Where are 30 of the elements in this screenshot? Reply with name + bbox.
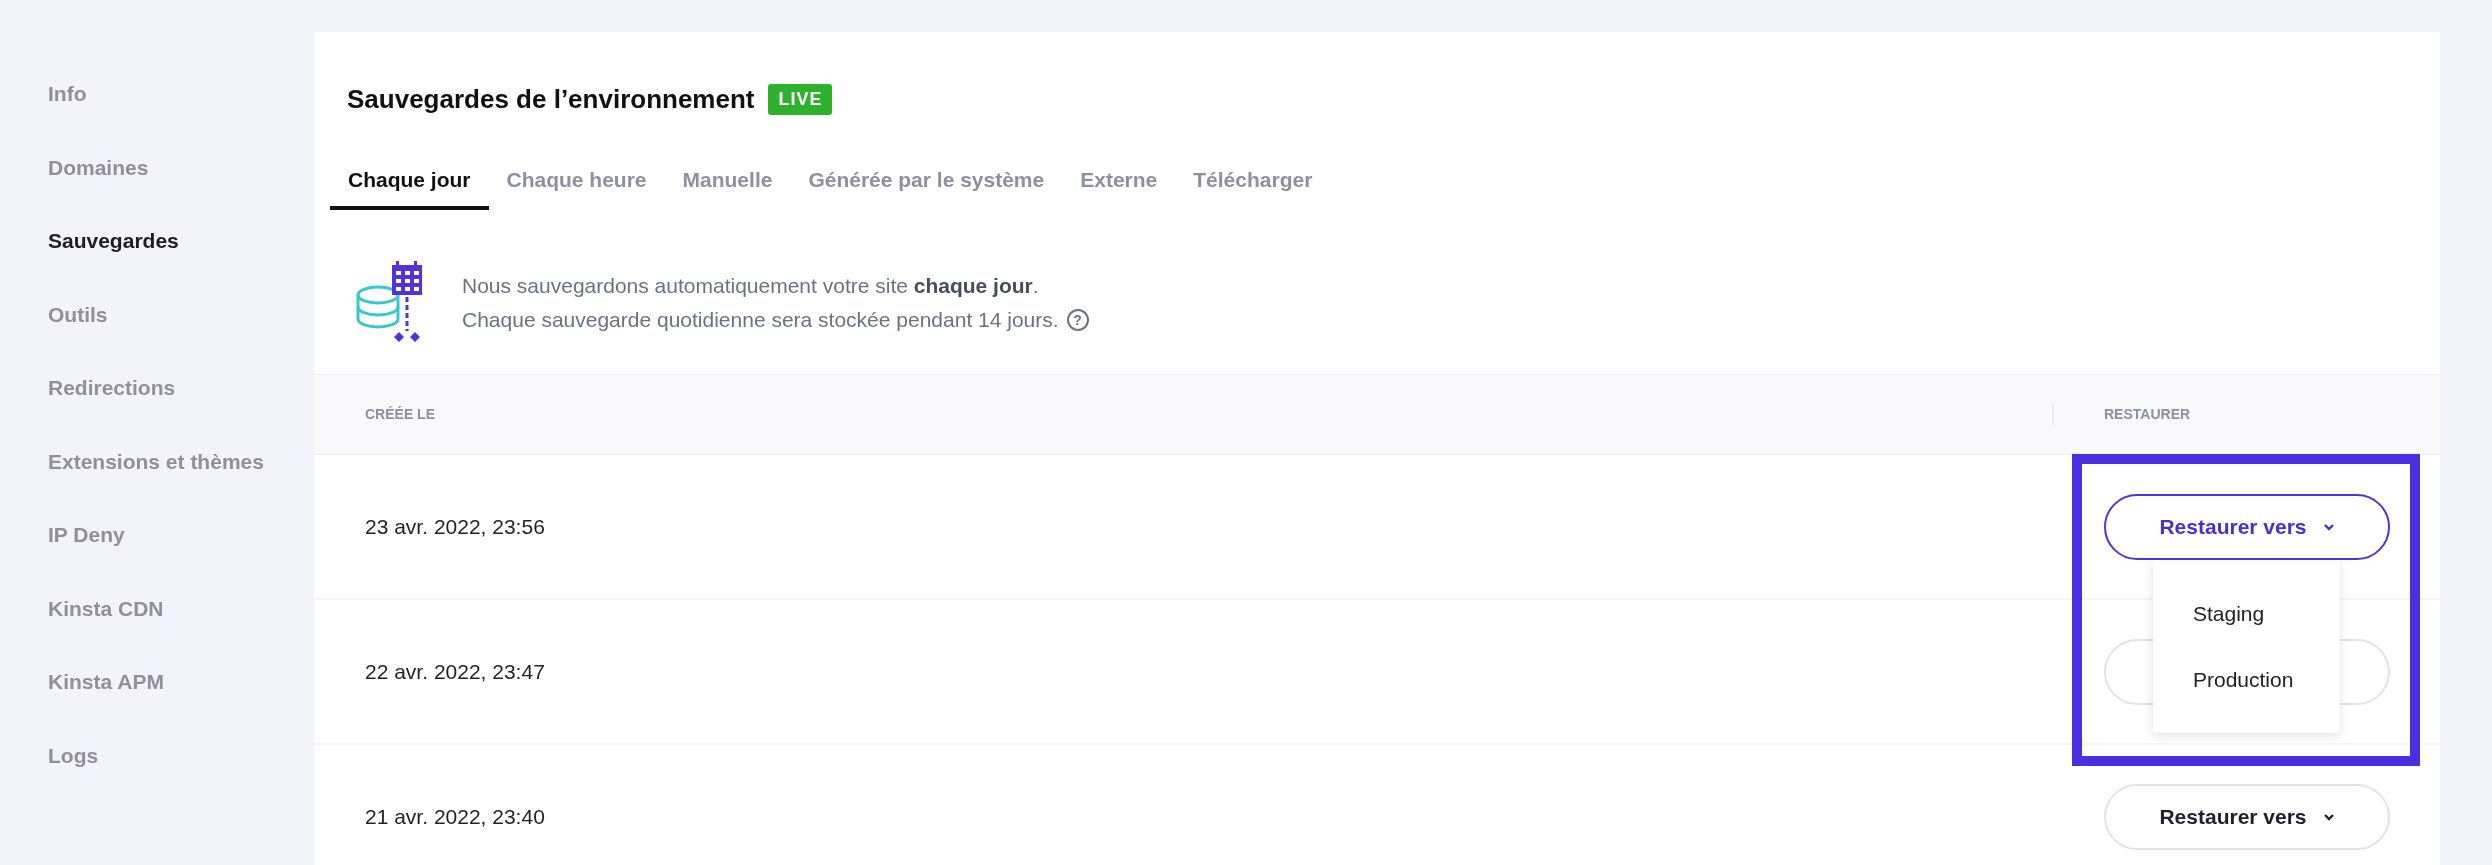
table-cell-text: 21 avr. 2022, 23:40 <box>364 804 546 829</box>
info-text: Chaque sauvegarde quotidienne sera stockée pendant 14 jours. <box>462 308 1059 332</box>
help-icon[interactable]: ? <box>1066 309 1089 331</box>
sidebar-item[interactable]: IP Deny <box>0 517 314 591</box>
live-badge: LIVE <box>768 83 833 115</box>
column-header: CRÉÉE LE <box>364 406 436 422</box>
column-header: RESTAURER <box>2052 403 2440 425</box>
sidebar-item[interactable]: Extensions et thèmes <box>0 443 314 517</box>
sidebar-item[interactable]: Info <box>0 76 314 150</box>
menu-item[interactable]: Production <box>2193 667 2340 692</box>
restore-button[interactable]: Restaurer vers <box>2104 493 2390 560</box>
sidebar-item[interactable]: Kinsta CDN <box>0 590 314 664</box>
tab[interactable]: Externe <box>1062 168 1176 210</box>
sidebar-item[interactable]: Sauvegardes <box>0 223 314 297</box>
table-cell-text: 22 avr. 2022, 23:47 <box>364 659 546 684</box>
tab[interactable]: Manuelle <box>664 168 791 210</box>
sidebar-item[interactable]: Redirections <box>0 370 314 444</box>
tab[interactable]: Générée par le système <box>790 168 1063 210</box>
section-title: Sauvegardes de l’environnement <box>347 83 755 115</box>
menu-item[interactable]: Staging <box>2193 601 2340 626</box>
tab[interactable]: Chaque heure <box>488 168 665 210</box>
restore-button[interactable]: Restaurer vers <box>2104 783 2390 850</box>
sidebar-item[interactable]: Outils <box>0 296 314 370</box>
tab[interactable]: Chaque jour <box>330 168 489 210</box>
sidebar-item[interactable]: Domaines <box>0 149 314 223</box>
tab[interactable]: Télécharger <box>1175 168 1331 210</box>
table-cell-text: 23 avr. 2022, 23:56 <box>364 514 546 539</box>
info-text: Nous sauvegardons automatiquement votre site chaque jour. <box>462 274 1040 298</box>
sidebar-item[interactable]: Kinsta APM <box>0 664 314 738</box>
sidebar-item[interactable]: Logs <box>0 737 314 811</box>
